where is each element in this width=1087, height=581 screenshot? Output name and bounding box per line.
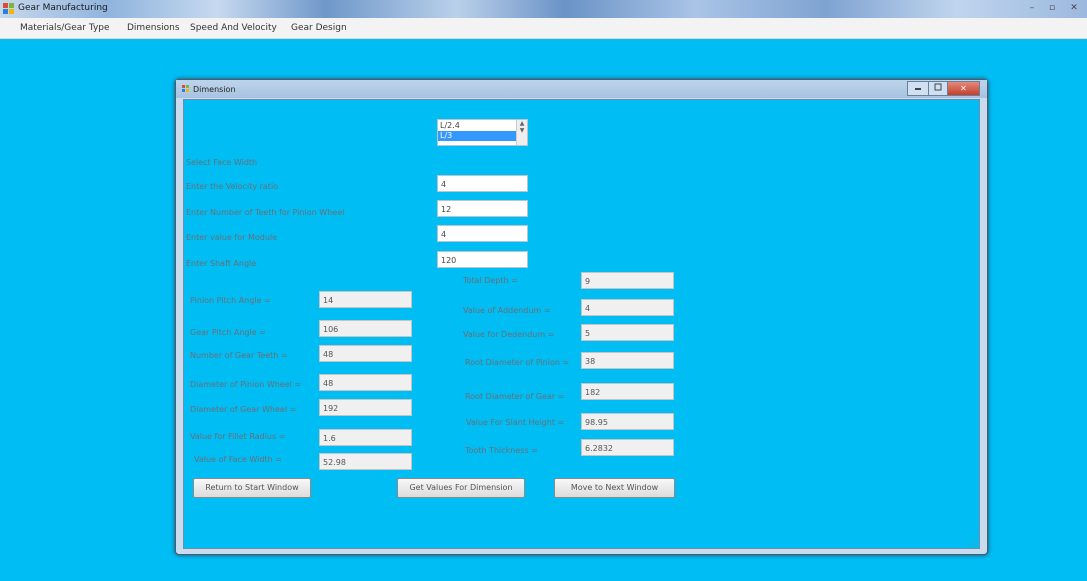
pinion-diameter-output: 48 bbox=[319, 374, 412, 391]
listbox-scrollbar[interactable]: ▲ ▼ bbox=[516, 120, 527, 145]
dimension-form: Select Face Width L/2.4 L/3 ▲ ▼ Enter th… bbox=[183, 99, 980, 549]
addendum-label: Value of Addendum = bbox=[463, 306, 551, 315]
pinion-pitch-angle-label: Pinion Pitch Angle = bbox=[190, 296, 271, 305]
child-minimize-button[interactable] bbox=[907, 81, 929, 96]
pinion-root-diameter-label: Root Diameter of Pinion = bbox=[465, 358, 570, 367]
pinion-pitch-angle-output: 14 bbox=[319, 291, 412, 308]
module-input[interactable]: 4 bbox=[437, 225, 528, 242]
tooth-thickness-label: Tooth Thickness = bbox=[465, 446, 538, 455]
gear-diameter-output: 192 bbox=[319, 399, 412, 416]
window-icon bbox=[182, 85, 190, 93]
shaft-angle-label: Enter Shaft Angle bbox=[186, 259, 257, 268]
pinion-teeth-label: Enter Number of Teeth for Pinion Wheel bbox=[186, 208, 345, 217]
fillet-radius-output: 1.6 bbox=[319, 429, 412, 446]
dimension-window-title: Dimension bbox=[193, 85, 236, 94]
face-width-option[interactable]: L/2.4 bbox=[440, 121, 460, 130]
resize-grip-icon[interactable] bbox=[970, 539, 978, 547]
app-title-bar: Gear Manufacturing – ▫ ✕ bbox=[0, 0, 1087, 18]
minimize-icon bbox=[915, 88, 921, 90]
gear-pitch-angle-output: 106 bbox=[319, 320, 412, 337]
close-button[interactable]: ✕ bbox=[1066, 3, 1082, 14]
menu-dimensions[interactable]: Dimensions bbox=[127, 23, 180, 33]
app-title: Gear Manufacturing bbox=[18, 3, 108, 13]
addendum-output: 4 bbox=[581, 299, 674, 316]
minimize-button[interactable]: – bbox=[1024, 3, 1040, 14]
gear-diameter-label: Diameter of Gear Wheel = bbox=[190, 405, 297, 414]
slant-height-label: Value For Slant Height = bbox=[466, 418, 565, 427]
child-close-button[interactable]: ✕ bbox=[947, 81, 980, 96]
dedendum-output: 5 bbox=[581, 324, 674, 341]
tooth-thickness-output: 6.2832 bbox=[581, 439, 674, 456]
chevron-up-icon[interactable]: ▲ bbox=[517, 120, 527, 127]
dimension-window: Dimension ✕ Select Face Width L/2.4 L/3 … bbox=[175, 79, 988, 555]
move-to-next-button[interactable]: Move to Next Window bbox=[554, 478, 675, 498]
total-depth-label: Total Depth = bbox=[463, 276, 518, 285]
face-width-option-selected[interactable]: L/3 bbox=[438, 131, 517, 141]
velocity-ratio-label: Enter the Velocity ratio bbox=[186, 182, 279, 191]
menu-bar: Materials/Gear Type Dimensions Speed And… bbox=[0, 18, 1087, 39]
velocity-ratio-input[interactable]: 4 bbox=[437, 175, 528, 192]
child-window-controls: ✕ bbox=[907, 81, 980, 96]
fillet-radius-label: Value for Fillet Radius = bbox=[190, 432, 286, 441]
face-width-result-output: 52.98 bbox=[319, 453, 412, 470]
maximize-icon bbox=[934, 83, 942, 91]
slant-height-output: 98.95 bbox=[581, 413, 674, 430]
gear-teeth-count-output: 48 bbox=[319, 345, 412, 362]
menu-speed-and-velocity[interactable]: Speed And Velocity bbox=[190, 23, 277, 33]
pinion-root-diameter-output: 38 bbox=[581, 352, 674, 369]
gear-app-icon bbox=[3, 3, 14, 14]
gear-root-diameter-label: Root Diameter of Gear = bbox=[465, 392, 565, 401]
gear-root-diameter-output: 182 bbox=[581, 383, 674, 400]
module-label: Enter value for Module bbox=[186, 233, 278, 242]
maximize-button[interactable]: ▫ bbox=[1044, 3, 1060, 14]
pinion-teeth-input[interactable]: 12 bbox=[437, 200, 528, 217]
child-maximize-button[interactable] bbox=[928, 81, 948, 96]
shaft-angle-input[interactable]: 120 bbox=[437, 251, 528, 268]
menu-gear-design[interactable]: Gear Design bbox=[291, 23, 347, 33]
pinion-diameter-label: Diameter of Pinion Wheel = bbox=[190, 380, 302, 389]
return-to-start-button[interactable]: Return to Start Window bbox=[193, 478, 311, 498]
get-values-button[interactable]: Get Values For Dimension bbox=[397, 478, 525, 498]
gear-teeth-count-label: Number of Gear Teeth = bbox=[190, 351, 288, 360]
gear-pitch-angle-label: Gear Pitch Angle = bbox=[190, 328, 266, 337]
dimension-window-title-bar: Dimension ✕ bbox=[176, 80, 987, 98]
face-width-label: Select Face Width bbox=[186, 158, 258, 167]
menu-materials-gear-type[interactable]: Materials/Gear Type bbox=[20, 23, 110, 33]
face-width-result-label: Value of Face Width = bbox=[194, 455, 282, 464]
dedendum-label: Value for Dedendum = bbox=[463, 330, 555, 339]
face-width-listbox[interactable]: L/2.4 L/3 ▲ ▼ bbox=[437, 119, 528, 146]
total-depth-output: 9 bbox=[581, 272, 674, 289]
chevron-down-icon[interactable]: ▼ bbox=[517, 127, 527, 134]
